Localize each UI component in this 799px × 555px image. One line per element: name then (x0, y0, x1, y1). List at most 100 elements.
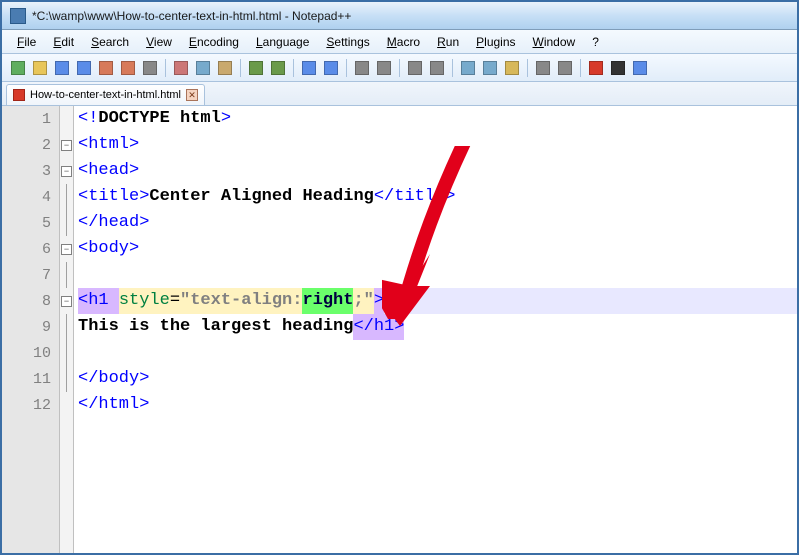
sync-v-icon[interactable] (405, 58, 425, 78)
menu-file[interactable]: File (10, 33, 43, 51)
fold-marker[interactable] (60, 288, 73, 314)
toolbar (2, 54, 797, 82)
eol-icon[interactable] (555, 58, 575, 78)
file-tab-label: How-to-center-text-in-html.html (30, 89, 181, 101)
code-line[interactable]: </body> (78, 366, 797, 392)
code-line[interactable]: This is the largest heading</h1> (78, 314, 797, 340)
wrap-icon-glyph (461, 61, 475, 75)
replace-icon[interactable] (321, 58, 341, 78)
toolbar-separator (165, 59, 166, 77)
code-line[interactable]: <title>Center Aligned Heading</title> (78, 184, 797, 210)
code-line[interactable]: <h1 style="text-align:right;"> (78, 288, 797, 314)
line-number: 7 (2, 262, 59, 288)
menu-[interactable]: ? (585, 33, 606, 51)
fold-marker (60, 262, 73, 288)
window-title: *C:\wamp\www\How-to-center-text-in-html.… (32, 9, 351, 23)
menu-search[interactable]: Search (84, 33, 136, 51)
play-icon[interactable] (630, 58, 650, 78)
wrap-icon[interactable] (458, 58, 478, 78)
menu-settings[interactable]: Settings (319, 33, 376, 51)
toolbar-separator (527, 59, 528, 77)
line-number: 11 (2, 366, 59, 392)
line-number: 12 (2, 392, 59, 418)
stop-icon-glyph (611, 61, 625, 75)
save-icon[interactable] (52, 58, 72, 78)
code-line[interactable] (78, 340, 797, 366)
redo-icon[interactable] (268, 58, 288, 78)
file-modified-icon (13, 89, 25, 101)
whitespace-icon[interactable] (480, 58, 500, 78)
eol-icon-glyph (558, 61, 572, 75)
line-number: 1 (2, 106, 59, 132)
code-line[interactable]: <!DOCTYPE html> (78, 106, 797, 132)
code-editor[interactable]: 123456789101112 <!DOCTYPE html><html><he… (2, 106, 797, 553)
code-area[interactable]: <!DOCTYPE html><html><head><title>Center… (74, 106, 797, 553)
menu-bar: FileEditSearchViewEncodingLanguageSettin… (2, 30, 797, 54)
open-file-icon[interactable] (30, 58, 50, 78)
menu-encoding[interactable]: Encoding (182, 33, 246, 51)
menu-language[interactable]: Language (249, 33, 316, 51)
code-line[interactable]: </head> (78, 210, 797, 236)
open-file-icon-glyph (33, 61, 47, 75)
record-icon[interactable] (586, 58, 606, 78)
menu-macro[interactable]: Macro (380, 33, 427, 51)
line-number: 9 (2, 314, 59, 340)
toolbar-separator (240, 59, 241, 77)
save-all-icon[interactable] (74, 58, 94, 78)
line-number: 6 (2, 236, 59, 262)
fold-marker (60, 184, 73, 210)
paste-icon[interactable] (215, 58, 235, 78)
fold-marker (60, 314, 73, 340)
copy-icon[interactable] (193, 58, 213, 78)
file-tab[interactable]: How-to-center-text-in-html.html ✕ (6, 84, 205, 105)
menu-run[interactable]: Run (430, 33, 466, 51)
toolbar-separator (580, 59, 581, 77)
line-number: 3 (2, 158, 59, 184)
undo-icon[interactable] (246, 58, 266, 78)
line-number-gutter: 123456789101112 (2, 106, 60, 553)
menu-edit[interactable]: Edit (46, 33, 81, 51)
copy-icon-glyph (196, 61, 210, 75)
play-icon-glyph (633, 61, 647, 75)
line-number: 8 (2, 288, 59, 314)
lang-icon[interactable] (533, 58, 553, 78)
zoom-out-icon[interactable] (374, 58, 394, 78)
close-all-icon-glyph (121, 61, 135, 75)
close-icon[interactable] (96, 58, 116, 78)
undo-icon-glyph (249, 61, 263, 75)
code-line[interactable]: </html> (78, 392, 797, 418)
print-icon-glyph (143, 61, 157, 75)
indent-guide-icon[interactable] (502, 58, 522, 78)
code-line[interactable]: <head> (78, 158, 797, 184)
tab-close-button[interactable]: ✕ (186, 89, 198, 101)
fold-marker (60, 366, 73, 392)
new-file-icon[interactable] (8, 58, 28, 78)
toolbar-separator (293, 59, 294, 77)
new-file-icon-glyph (11, 61, 25, 75)
stop-icon[interactable] (608, 58, 628, 78)
cut-icon[interactable] (171, 58, 191, 78)
paste-icon-glyph (218, 61, 232, 75)
line-number: 5 (2, 210, 59, 236)
code-line[interactable] (78, 262, 797, 288)
find-icon[interactable] (299, 58, 319, 78)
cut-icon-glyph (174, 61, 188, 75)
whitespace-icon-glyph (483, 61, 497, 75)
save-icon-glyph (55, 61, 69, 75)
fold-marker[interactable] (60, 158, 73, 184)
zoom-in-icon[interactable] (352, 58, 372, 78)
title-bar: *C:\wamp\www\How-to-center-text-in-html.… (2, 2, 797, 30)
close-icon-glyph (99, 61, 113, 75)
redo-icon-glyph (271, 61, 285, 75)
menu-window[interactable]: Window (526, 33, 583, 51)
close-all-icon[interactable] (118, 58, 138, 78)
code-line[interactable]: <html> (78, 132, 797, 158)
fold-marker (60, 392, 73, 418)
menu-plugins[interactable]: Plugins (469, 33, 522, 51)
code-line[interactable]: <body> (78, 236, 797, 262)
sync-h-icon[interactable] (427, 58, 447, 78)
fold-marker[interactable] (60, 132, 73, 158)
fold-marker[interactable] (60, 236, 73, 262)
print-icon[interactable] (140, 58, 160, 78)
menu-view[interactable]: View (139, 33, 179, 51)
